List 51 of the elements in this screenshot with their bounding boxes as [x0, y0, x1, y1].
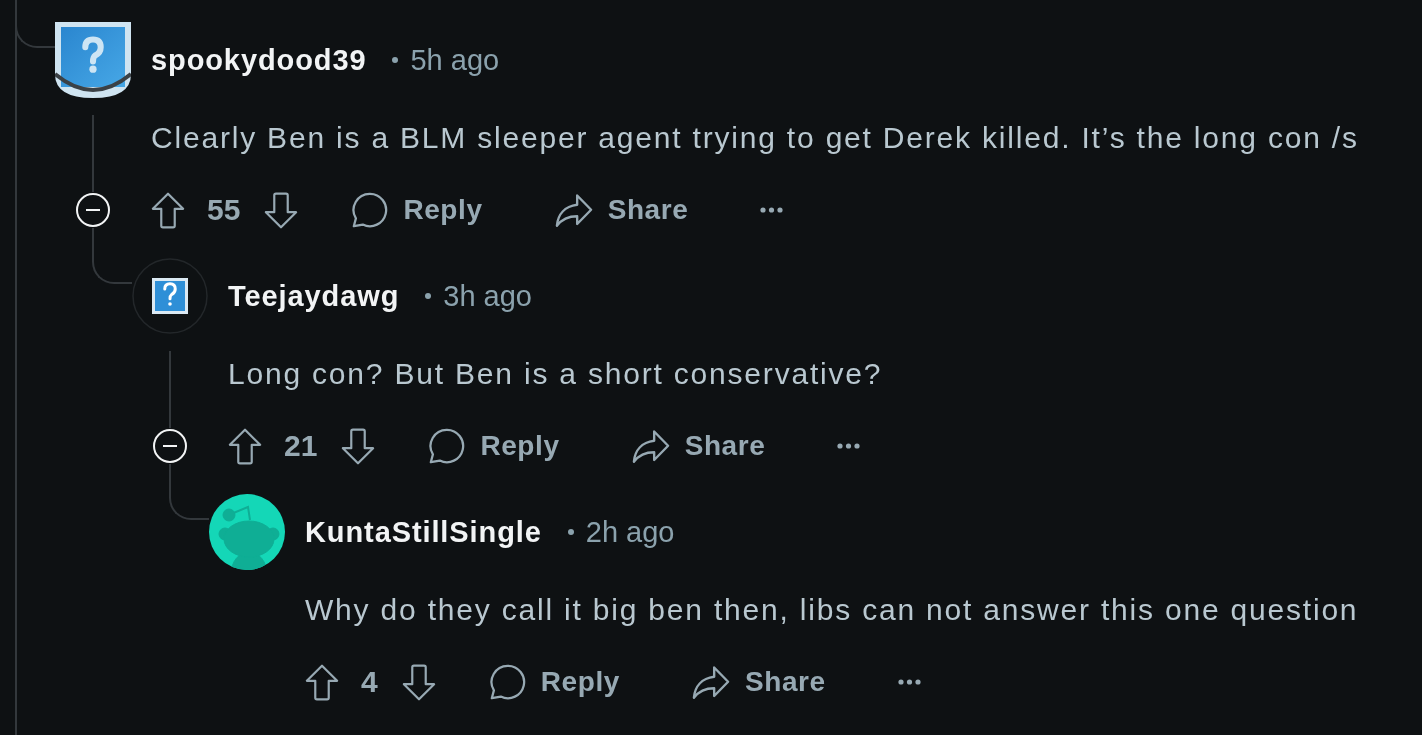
up-arrow-icon: [228, 427, 262, 465]
share-button[interactable]: Share: [613, 426, 784, 466]
collapse-thread-button[interactable]: [76, 193, 110, 227]
character-avatar-icon[interactable]: [209, 494, 285, 570]
username[interactable]: KuntaStillSingle: [305, 515, 542, 549]
down-arrow-icon: [401, 663, 436, 701]
upvote-button[interactable]: [228, 427, 262, 465]
down-arrow-icon: [341, 427, 376, 465]
more-dots-icon: [760, 207, 784, 213]
down-arrow-icon: [264, 191, 299, 229]
up-arrow-icon: [305, 663, 339, 701]
share-arrow-icon: [554, 192, 593, 228]
share-arrow-icon: [631, 428, 670, 464]
speech-bubble-icon: [429, 428, 466, 464]
vote-count: 4: [361, 665, 378, 699]
share-button[interactable]: Share: [536, 190, 707, 230]
thread-connector-line: [169, 464, 209, 520]
speech-bubble-icon: [489, 664, 526, 700]
downvote-button[interactable]: [264, 191, 299, 229]
separator-dot-icon: [425, 293, 432, 299]
downvote-button[interactable]: [341, 427, 376, 465]
share-arrow-icon: [691, 664, 730, 700]
upvote-button[interactable]: [305, 663, 339, 701]
separator-dot-icon: [392, 57, 399, 63]
timestamp: 2h ago: [585, 515, 675, 549]
upvote-button[interactable]: [151, 191, 185, 229]
more-dots-icon: [897, 679, 921, 685]
minus-circle-icon: [153, 429, 187, 463]
timestamp: 3h ago: [443, 279, 532, 313]
username[interactable]: Teejaydawg: [228, 279, 400, 313]
comment-text: Why do they call it big ben then, libs can not answer this one question: [305, 592, 1360, 628]
separator-dot-icon: [567, 529, 574, 535]
downvote-button[interactable]: [401, 663, 436, 701]
more-dots-icon: [837, 443, 861, 449]
username[interactable]: spookydood39: [151, 43, 367, 77]
question-mark-avatar-icon[interactable]: [55, 22, 131, 98]
comment-text: Long con? But Ben is a short conservative?: [228, 356, 884, 392]
reply-button[interactable]: Reply: [334, 190, 501, 230]
question-mark-avatar-icon[interactable]: [132, 258, 208, 334]
reply-button[interactable]: Reply: [471, 662, 638, 702]
timestamp: 5h ago: [410, 43, 500, 77]
thread-connector-line: [92, 228, 132, 284]
vote-count: 55: [207, 193, 241, 227]
collapse-thread-button[interactable]: [153, 429, 187, 463]
reply-button[interactable]: Reply: [411, 426, 578, 466]
up-arrow-icon: [151, 191, 185, 229]
speech-bubble-icon: [352, 192, 389, 228]
vote-count: 21: [284, 429, 318, 463]
minus-circle-icon: [76, 193, 110, 227]
share-button[interactable]: Share: [673, 662, 844, 702]
comment-text: Clearly Ben is a BLM sleeper agent trying to get Derek killed. It’s the long con /s: [151, 120, 1360, 156]
